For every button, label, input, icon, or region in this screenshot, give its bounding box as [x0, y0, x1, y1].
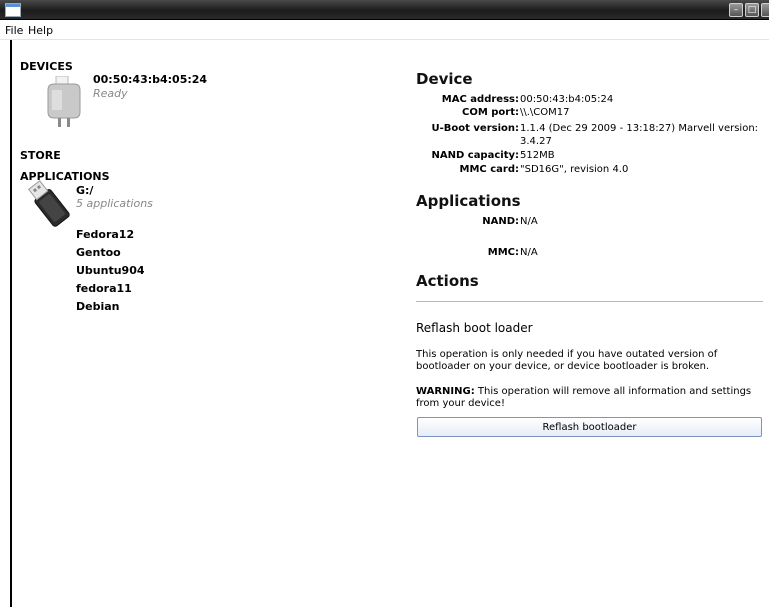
- info-value: 00:50:43:b4:05:24: [520, 94, 614, 105]
- info-value: 1.1.4 (Dec 29 2009 - 13:18:27) Marvell v…: [520, 123, 759, 147]
- info-value: \\.\COM17: [520, 107, 570, 118]
- left-panel: DEVICES 00:50:43:b4:05:24 Ready STORE AP…: [0, 40, 400, 607]
- devices-heading: DEVICES: [20, 60, 73, 73]
- app-list-item[interactable]: Gentoo: [76, 244, 145, 262]
- storage-drive[interactable]: G:/: [76, 184, 93, 197]
- app-window-icon: [5, 3, 21, 17]
- reflash-description: This operation is only needed if you hav…: [416, 349, 718, 372]
- app-list-item[interactable]: fedora11: [76, 280, 145, 298]
- info-value: N/A: [520, 216, 538, 227]
- info-label: NAND capacity:: [431, 150, 520, 161]
- device-mac[interactable]: 00:50:43:b4:05:24: [93, 73, 207, 86]
- info-row-mmc: MMC: N/A: [416, 246, 766, 259]
- minimize-icon[interactable]: –: [729, 3, 743, 17]
- applications-section-title: Applications: [416, 192, 521, 210]
- details-panel: Device MAC address: 00:50:43:b4:05:24 CO…: [416, 40, 766, 607]
- app-list-item[interactable]: Debian: [76, 298, 145, 316]
- app-list-item[interactable]: Ubuntu904: [76, 262, 145, 280]
- maximize-icon[interactable]: □: [745, 3, 759, 17]
- device-section-title: Device: [416, 70, 473, 88]
- reflash-bootloader-button[interactable]: Reflash bootloader: [417, 417, 762, 437]
- app-list: Fedora12 Gentoo Ubuntu904 fedora11 Debia…: [76, 226, 145, 316]
- info-label: MAC address:: [441, 94, 519, 105]
- info-label: U-Boot version:: [431, 123, 520, 134]
- close-icon[interactable]: [761, 3, 769, 17]
- info-label: COM port:: [461, 107, 519, 118]
- usb-drive-icon[interactable]: [25, 178, 73, 230]
- menu-help[interactable]: Help: [28, 24, 53, 37]
- info-row-com-port: COM port: \\.\COM17: [416, 106, 766, 119]
- device-status: Ready: [93, 87, 128, 100]
- info-label: MMC card:: [459, 164, 520, 175]
- divider: [416, 301, 763, 302]
- info-value: N/A: [520, 247, 538, 258]
- info-row-mac: MAC address: 00:50:43:b4:05:24: [416, 93, 766, 106]
- info-row-mmc-card: MMC card: "SD16G", revision 4.0: [416, 163, 766, 176]
- info-row-nand: NAND: N/A: [416, 215, 766, 228]
- actions-section-title: Actions: [416, 272, 479, 290]
- storage-app-count: 5 applications: [76, 197, 153, 210]
- info-value: "SD16G", revision 4.0: [520, 164, 629, 175]
- info-label: MMC:: [487, 247, 519, 258]
- app-list-item[interactable]: Fedora12: [76, 226, 145, 244]
- reflash-title: Reflash boot loader: [416, 321, 533, 335]
- info-label: NAND:: [482, 216, 519, 227]
- info-value: 512MB: [520, 150, 555, 161]
- warning-label: WARNING:: [416, 386, 475, 397]
- plug-device-icon[interactable]: [44, 76, 84, 128]
- title-bar: – □: [0, 0, 769, 20]
- info-row-nand-capacity: NAND capacity: 512MB: [416, 149, 766, 162]
- menu-file[interactable]: File: [5, 24, 23, 37]
- info-row-uboot-version: U-Boot version: 1.1.4 (Dec 29 2009 - 13:…: [416, 122, 766, 148]
- store-heading[interactable]: STORE: [20, 149, 61, 162]
- warning-text: WARNING: This operation will remove all …: [416, 386, 766, 410]
- menu-bar: File Help: [0, 20, 769, 40]
